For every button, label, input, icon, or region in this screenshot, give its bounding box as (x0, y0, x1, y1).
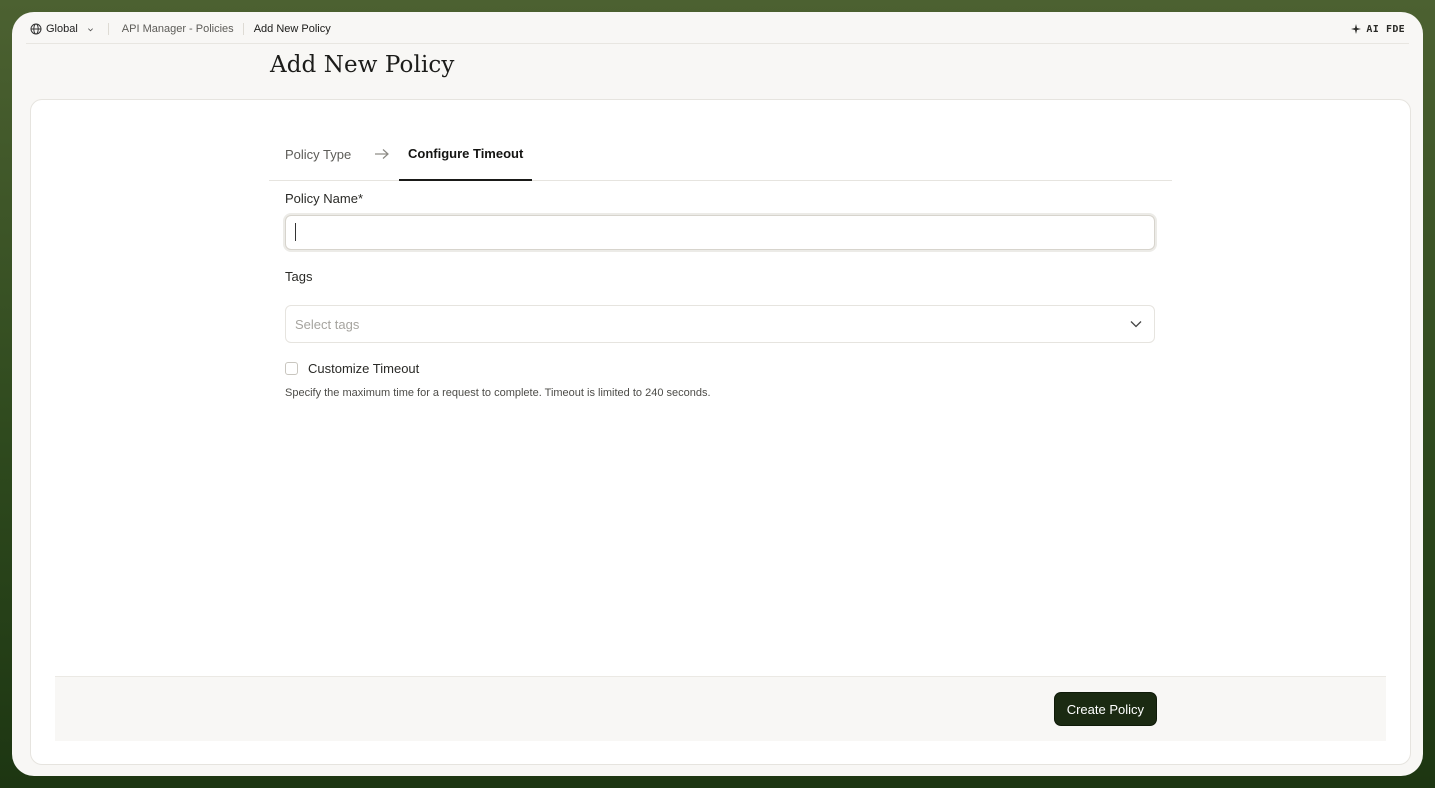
sparkle-icon (1351, 24, 1362, 34)
tab-policy-type[interactable]: Policy Type (285, 128, 351, 180)
tags-select[interactable]: Select tags (285, 305, 1155, 343)
wizard-tabs: Policy Type Configure Timeout (269, 128, 1172, 181)
policy-name-input[interactable] (285, 215, 1155, 250)
text-caret (295, 223, 296, 241)
policy-name-label: Policy Name* (285, 191, 364, 206)
chevron-down-icon (87, 27, 93, 31)
arrow-right-icon (375, 149, 389, 159)
breadcrumb-separator (242, 23, 244, 35)
customize-timeout-label[interactable]: Customize Timeout (308, 361, 419, 376)
ai-label: AI (1366, 23, 1380, 35)
globe-icon (30, 23, 42, 35)
top-bar: Global API Manager - Policies Add New Po… (26, 15, 1409, 44)
user-label[interactable]: FDE (1386, 24, 1405, 35)
ai-assistant-button[interactable]: AI FDE (1351, 24, 1405, 35)
breadcrumb-separator (107, 23, 109, 35)
create-policy-button[interactable]: Create Policy (1054, 693, 1156, 725)
customize-timeout-row[interactable]: Customize Timeout (285, 361, 419, 376)
timeout-help-text: Specify the maximum time for a request t… (285, 387, 711, 399)
app-window: Global API Manager - Policies Add New Po… (12, 12, 1423, 776)
tags-label: Tags (285, 269, 313, 284)
breadcrumb-policies-link[interactable]: API Manager - Policies (122, 23, 234, 35)
policy-form-card: Policy Type Configure Timeout Policy Nam… (30, 99, 1411, 765)
chevron-down-icon (1130, 321, 1142, 328)
breadcrumb-current: Add New Policy (253, 23, 331, 35)
form-footer: Create Policy (55, 676, 1386, 741)
scope-selector[interactable]: Global (30, 23, 94, 35)
scope-label: Global (46, 23, 78, 35)
customize-timeout-checkbox[interactable] (285, 362, 298, 375)
tags-placeholder: Select tags (295, 316, 360, 332)
page-title: Add New Policy (270, 52, 455, 78)
tab-configure-timeout[interactable]: Configure Timeout (399, 128, 533, 181)
